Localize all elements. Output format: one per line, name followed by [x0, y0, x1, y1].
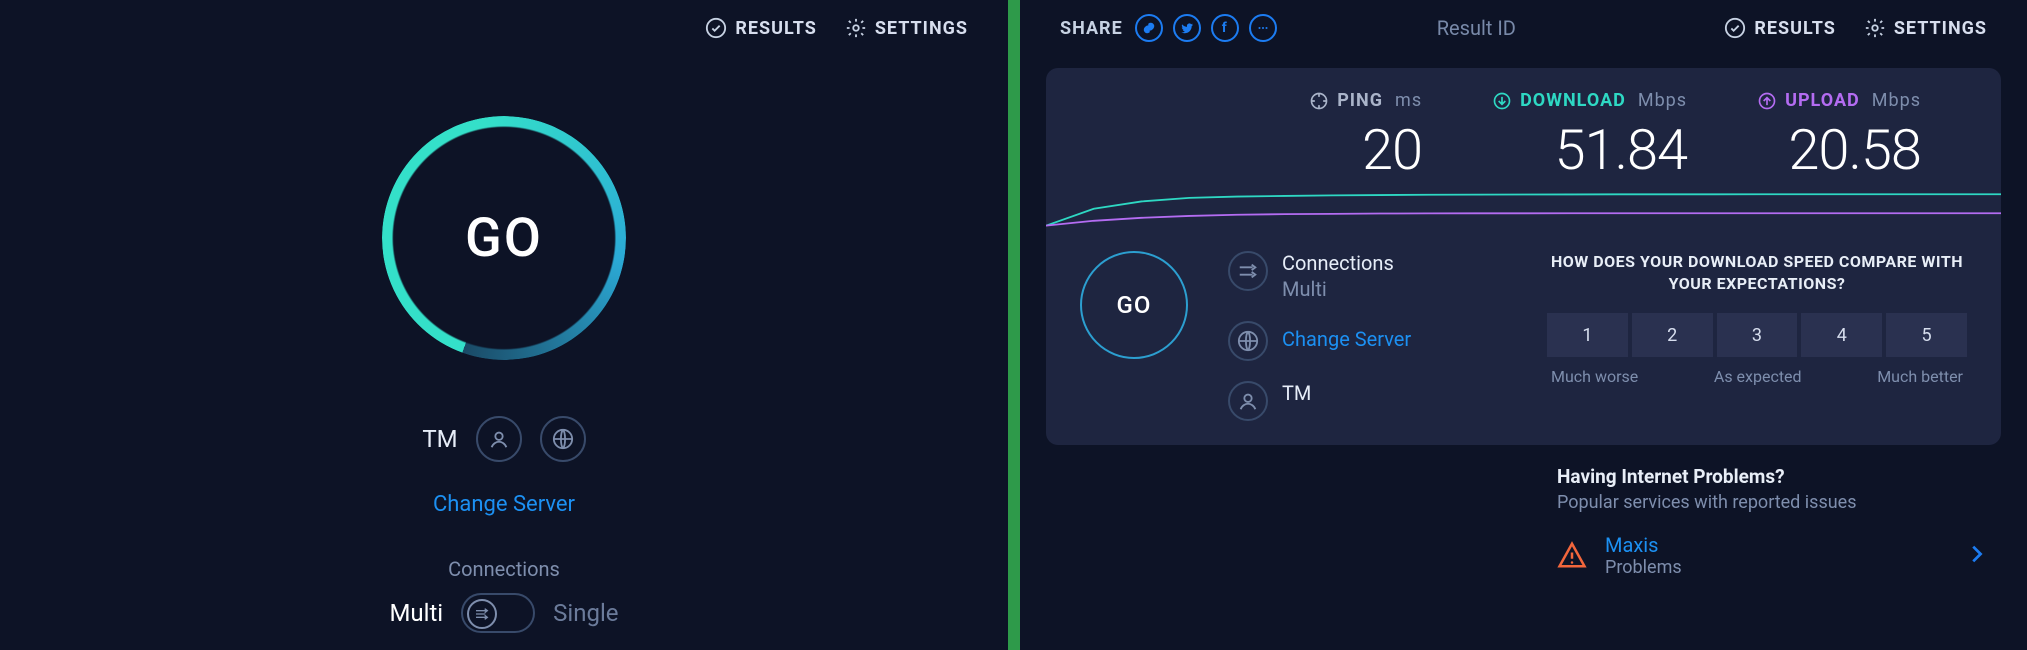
rating-1[interactable]: 1 — [1547, 313, 1628, 357]
provider-row: TM — [0, 416, 1008, 462]
multi-arrows-icon — [1237, 260, 1259, 282]
change-server-link[interactable]: Change Server — [0, 492, 1008, 517]
connections-single: Single — [553, 599, 618, 627]
server-globe-button[interactable] — [1228, 321, 1268, 361]
chevron-right-icon — [1965, 538, 1987, 573]
topbar-left: RESULTS SETTINGS — [0, 0, 1008, 56]
rating-4[interactable]: 4 — [1801, 313, 1882, 357]
sharebar: SHARE f Result ID RESULTS SETTINGS — [1020, 0, 2027, 56]
link-icon — [1142, 21, 1156, 35]
connections-title: Connections — [1282, 251, 1394, 275]
problem-item[interactable]: Maxis Problems — [1557, 533, 1987, 578]
connections-multi: Multi — [389, 599, 443, 627]
problem-name: Maxis — [1605, 533, 1682, 557]
upload-icon — [1757, 91, 1777, 111]
share-icons: f — [1135, 14, 1277, 42]
provider-name-right: TM — [1282, 381, 1311, 405]
dots-icon — [1256, 21, 1270, 35]
compare-block: HOW DOES YOUR DOWNLOAD SPEED COMPARE WIT… — [1547, 251, 1967, 421]
problem-state: Problems — [1605, 557, 1682, 578]
share-label: SHARE — [1060, 18, 1123, 39]
connections-value: Multi — [1282, 277, 1394, 301]
gear-icon — [845, 17, 867, 39]
metric-download: DOWNLOAD Mbps 51.84 — [1492, 90, 1687, 183]
download-value: 51.84 — [1492, 117, 1687, 183]
compare-question: HOW DOES YOUR DOWNLOAD SPEED COMPARE WIT… — [1547, 251, 1967, 296]
problems-section: Having Internet Problems? Popular servic… — [1557, 465, 1987, 578]
rating-3[interactable]: 3 — [1717, 313, 1798, 357]
connections-heading: Connections — [0, 557, 1008, 581]
download-unit: Mbps — [1638, 90, 1687, 111]
warning-icon — [1557, 540, 1587, 570]
speed-chart — [1046, 191, 2001, 227]
globe-icon — [1237, 330, 1259, 352]
share-facebook-button[interactable]: f — [1211, 14, 1239, 42]
rating-low: Much worse — [1551, 367, 1638, 386]
go-again-button[interactable]: GO — [1080, 251, 1188, 359]
settings-link[interactable]: SETTINGS — [845, 17, 968, 39]
connections-switch[interactable] — [461, 593, 535, 633]
go-label: GO — [465, 207, 543, 270]
connections-icon — [1228, 251, 1268, 291]
twitter-icon — [1180, 21, 1194, 35]
results-label-right: RESULTS — [1754, 18, 1835, 39]
share-link-button[interactable] — [1135, 14, 1163, 42]
multi-arrows-icon — [474, 606, 490, 622]
problems-sub: Popular services with reported issues — [1557, 492, 1987, 513]
ping-unit: ms — [1395, 90, 1422, 111]
user-icon — [1237, 390, 1259, 412]
results-link-right[interactable]: RESULTS — [1724, 17, 1835, 39]
rating-high: Much better — [1877, 367, 1963, 386]
globe-icon-button[interactable] — [540, 416, 586, 462]
download-label: DOWNLOAD — [1520, 90, 1626, 111]
ping-value: 20 — [1309, 117, 1422, 183]
provider-user-icon — [1228, 381, 1268, 421]
share-more-button[interactable] — [1249, 14, 1277, 42]
rating-2[interactable]: 2 — [1632, 313, 1713, 357]
results-label: RESULTS — [735, 18, 816, 39]
metric-ping: PING ms 20 — [1309, 90, 1422, 183]
server-info: Connections Multi Change Server — [1228, 251, 1411, 421]
go-button[interactable]: GO — [382, 116, 626, 360]
globe-icon — [552, 428, 574, 450]
panel-after: SHARE f Result ID RESULTS SETTINGS — [1020, 0, 2027, 650]
metric-upload: UPLOAD Mbps 20.58 — [1757, 90, 1921, 183]
check-circle-icon — [705, 17, 727, 39]
rating-mid: As expected — [1714, 367, 1802, 386]
settings-label: SETTINGS — [875, 18, 968, 39]
upload-value: 20.58 — [1757, 117, 1921, 183]
ping-label: PING — [1337, 90, 1383, 111]
check-circle-icon — [1724, 17, 1746, 39]
gear-icon — [1864, 17, 1886, 39]
settings-label-right: SETTINGS — [1894, 18, 1987, 39]
settings-link-right[interactable]: SETTINGS — [1864, 17, 1987, 39]
upload-unit: Mbps — [1872, 90, 1921, 111]
user-icon — [488, 428, 510, 450]
panel-before: RESULTS SETTINGS GO TM Change Server Con… — [0, 0, 1008, 650]
connections-switch-knob — [467, 599, 497, 629]
problems-heading: Having Internet Problems? — [1557, 465, 1987, 488]
metrics-row: PING ms 20 DOWNLOAD Mbps 51.84 UPLOAD Mb… — [1046, 68, 2001, 183]
connections-toggle: Multi Single — [0, 593, 1008, 633]
rating-5[interactable]: 5 — [1886, 313, 1967, 357]
share-twitter-button[interactable] — [1173, 14, 1201, 42]
provider-name: TM — [422, 425, 457, 453]
upload-label: UPLOAD — [1785, 90, 1860, 111]
ping-icon — [1309, 91, 1329, 111]
change-server-link-right[interactable]: Change Server — [1282, 327, 1411, 351]
go-again-label: GO — [1117, 291, 1152, 319]
rating-row: 1 2 3 4 5 — [1547, 313, 1967, 357]
user-icon-button[interactable] — [476, 416, 522, 462]
result-id-label: Result ID — [1437, 16, 1516, 40]
download-icon — [1492, 91, 1512, 111]
panel-divider — [1008, 0, 1020, 650]
rating-labels: Much worse As expected Much better — [1547, 367, 1967, 386]
result-card: PING ms 20 DOWNLOAD Mbps 51.84 UPLOAD Mb… — [1046, 68, 2001, 445]
results-link[interactable]: RESULTS — [705, 17, 816, 39]
